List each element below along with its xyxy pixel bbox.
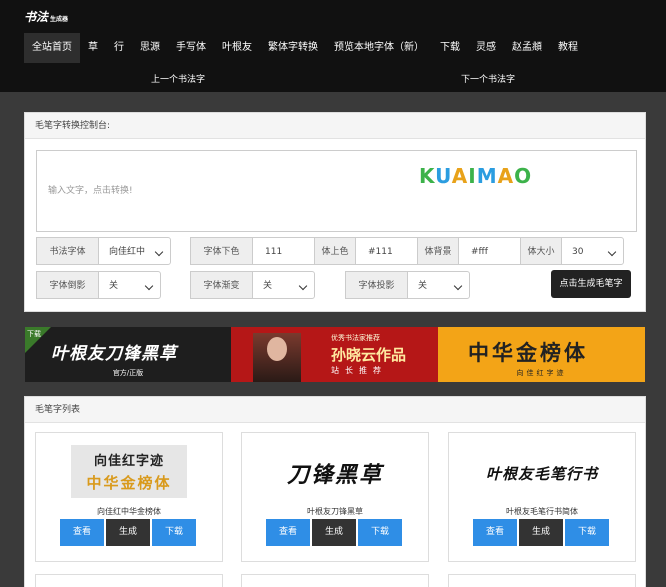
font-card: 向佳红字迹 中华金榜体 向佳红中华金榜体 查看 生成 下载 <box>35 432 223 562</box>
main-nav: 全站首页 草 行 思源 手写体 叶根友 繁体字转换 预览本地字体（新） 下载 灵… <box>24 33 586 63</box>
download-corner-label: 下载 <box>27 330 41 338</box>
gradient-select[interactable]: 关 <box>252 271 315 299</box>
fg-color-input[interactable]: 111 <box>252 237 315 265</box>
font-name[interactable]: 叶根友刀锋黑草 <box>242 506 428 517</box>
generate-button[interactable]: 点击生成毛笔字 <box>551 270 631 298</box>
nav-yegenyou[interactable]: 叶根友 <box>214 33 260 63</box>
generate-font-button[interactable]: 生成 <box>312 519 356 546</box>
nav-siyuan[interactable]: 思源 <box>132 33 168 63</box>
generate-font-button[interactable]: 生成 <box>519 519 563 546</box>
prev-calligraphy-link[interactable]: 上一个书法字 <box>151 72 205 85</box>
nav-cao[interactable]: 草 <box>80 33 106 63</box>
bg-color-label: 体背景 <box>417 237 459 265</box>
bg-color-input[interactable]: #fff <box>458 237 521 265</box>
control-panel-title: 毛笔字转换控制台: <box>25 113 645 139</box>
banner2-pretitle: 优秀书法家推荐 <box>331 334 380 342</box>
nav-inspiration[interactable]: 灵感 <box>468 33 504 63</box>
top-color-input[interactable]: #111 <box>355 237 418 265</box>
fg-color-label: 字体下色 <box>190 237 253 265</box>
size-label: 体大小 <box>520 237 562 265</box>
gradient-label: 字体渐变 <box>190 271 253 299</box>
banner3-subtitle: 向佳红字迹 <box>516 369 567 377</box>
projection-label: 字体投影 <box>345 271 408 299</box>
banner1-subtitle: 官方/正版 <box>112 369 144 377</box>
site-logo[interactable]: 书法 生成器 <box>24 8 68 25</box>
banner-sunxiaoyun[interactable]: 优秀书法家推荐 孙晓云作品 站长推荐 <box>231 327 438 382</box>
font-card-next-row <box>448 574 636 587</box>
font-card-next-row <box>35 574 223 587</box>
next-calligraphy-link[interactable]: 下一个书法字 <box>461 72 515 85</box>
view-button[interactable]: 查看 <box>266 519 310 546</box>
banner2-title: 孙晓云作品 <box>331 346 407 364</box>
nav-download[interactable]: 下载 <box>432 33 468 63</box>
font-card: 刀锋黑草 叶根友刀锋黑草 查看 生成 下载 <box>241 432 429 562</box>
site-header: 书法 生成器 全站首页 草 行 思源 手写体 叶根友 繁体字转换 预览本地字体（新… <box>0 0 666 92</box>
banner3-title: 中华金榜体 <box>468 340 588 365</box>
view-button[interactable]: 查看 <box>60 519 104 546</box>
download-button[interactable]: 下载 <box>152 519 196 546</box>
font-list-title: 毛笔字列表 <box>25 397 645 423</box>
nav-xing[interactable]: 行 <box>106 33 132 63</box>
font-preview-image[interactable]: 向佳红字迹 中华金榜体 <box>71 445 187 498</box>
banner-yegenyou[interactable]: 下载 叶根友刀锋黑草 官方/正版 <box>25 327 231 382</box>
font-card: 叶根友毛笔行书 叶根友毛笔行书简体 查看 生成 下载 <box>448 432 636 562</box>
portrait-face <box>267 337 287 361</box>
nav-preview-local-font[interactable]: 预览本地字体（新） <box>326 33 432 63</box>
ad-banner: 下载 叶根友刀锋黑草 官方/正版 优秀书法家推荐 孙晓云作品 站长推荐 中华金榜… <box>25 327 645 382</box>
font-name[interactable]: 叶根友毛笔行书简体 <box>449 506 635 517</box>
font-preview-image[interactable]: 叶根友毛笔行书 <box>459 463 625 484</box>
download-button[interactable]: 下载 <box>565 519 609 546</box>
generate-font-button[interactable]: 生成 <box>106 519 150 546</box>
font-preview-line1: 向佳红字迹 <box>93 454 164 469</box>
nav-home[interactable]: 全站首页 <box>24 33 80 63</box>
nav-traditional-convert[interactable]: 繁体字转换 <box>260 33 326 63</box>
download-button[interactable]: 下载 <box>358 519 402 546</box>
font-label: 书法字体 <box>36 237 99 265</box>
text-input[interactable]: 输入文字，点击转换! <box>36 150 637 232</box>
font-card-next-row <box>241 574 429 587</box>
font-name[interactable]: 向佳红中华金榜体 <box>36 506 222 517</box>
font-select[interactable]: 向佳红中 <box>98 237 171 265</box>
banner-zhonghua[interactable]: 中华金榜体 向佳红字迹 <box>438 327 645 382</box>
nav-zhaomengfu[interactable]: 赵孟頫 <box>504 33 550 63</box>
top-color-label: 体上色 <box>314 237 356 265</box>
shadow-select[interactable]: 关 <box>98 271 161 299</box>
nav-tutorial[interactable]: 教程 <box>550 33 586 63</box>
banner2-subtitle: 站长推荐 <box>331 366 387 375</box>
view-button[interactable]: 查看 <box>473 519 517 546</box>
kuaimao-watermark: KUAIMAO <box>419 164 533 188</box>
size-select[interactable]: 30 <box>561 237 624 265</box>
nav-handwriting[interactable]: 手写体 <box>168 33 214 63</box>
shadow-label: 字体倒影 <box>36 271 99 299</box>
font-preview-line2: 中华金榜体 <box>86 474 172 492</box>
banner1-title: 叶根友刀锋黑草 <box>51 344 177 364</box>
font-preview-image[interactable]: 刀锋黑草 <box>277 457 393 489</box>
projection-select[interactable]: 关 <box>407 271 470 299</box>
